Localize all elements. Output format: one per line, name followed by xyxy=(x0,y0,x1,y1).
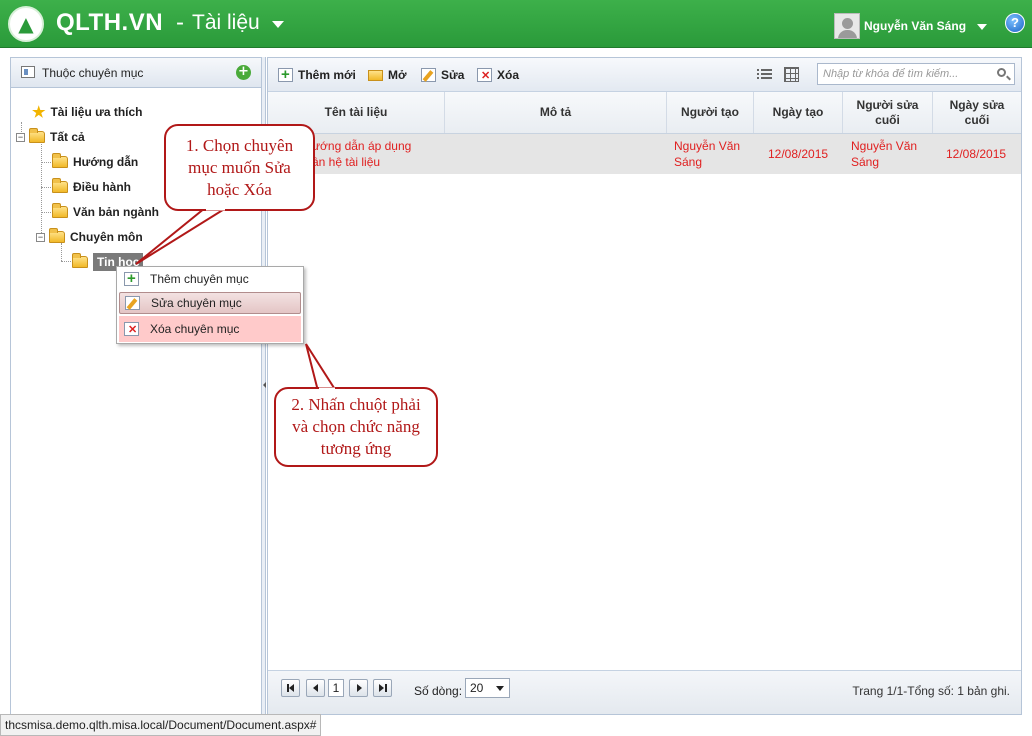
search-box xyxy=(817,63,1015,85)
rows-per-page-select[interactable]: 20 xyxy=(465,678,510,698)
brand-name[interactable]: QLTH.VN xyxy=(56,9,163,37)
menu-item-delete-category[interactable]: Xóa chuyên mục xyxy=(119,316,301,342)
user-name[interactable]: Nguyễn Văn Sáng xyxy=(864,19,966,33)
folder-icon xyxy=(49,228,65,243)
section-title[interactable]: Tài liệu xyxy=(192,11,260,35)
document-panel: Thêm mới Mở Sửa Xóa Tên tài liệu Mô tả N… xyxy=(267,57,1022,715)
tree-connector xyxy=(41,162,51,163)
new-document-button[interactable]: Thêm mới xyxy=(278,66,356,83)
tree-node-label: Văn bản ngành xyxy=(73,205,160,219)
cell-modifier: Nguyễn Văn Sáng xyxy=(851,139,918,169)
page-info: Trang 1/1-Tổng số: 1 bản ghi. xyxy=(852,684,1010,698)
prev-page-button[interactable] xyxy=(306,679,325,697)
delete-icon xyxy=(124,322,139,336)
menu-item-edit-category[interactable]: Sửa chuyên mục xyxy=(119,292,301,314)
category-panel-header: Thuộc chuyên mục + xyxy=(11,58,261,88)
brand-separator: - xyxy=(176,9,184,36)
category-panel-title: Thuộc chuyên mục xyxy=(42,66,144,80)
tree-node-label: Hướng dẫn xyxy=(73,155,139,169)
menu-item-label: Xóa chuyên mục xyxy=(150,322,240,336)
column-header-creator[interactable]: Người tạo xyxy=(667,92,754,133)
callout-step-2: 2. Nhấn chuột phải và chọn chức năng tươ… xyxy=(274,387,438,467)
delete-document-button[interactable]: Xóa xyxy=(477,68,519,82)
new-document-label: Thêm mới xyxy=(298,68,356,82)
top-bar: ▲ QLTH.VN - Tài liệu Nguyễn Văn Sáng ? xyxy=(0,0,1032,48)
delete-icon xyxy=(477,68,492,82)
user-menu-caret-icon[interactable] xyxy=(977,24,987,30)
tree-node-label: Chuyên môn xyxy=(70,230,143,244)
collapse-panel-arrow-icon[interactable] xyxy=(263,382,266,388)
tree-connector xyxy=(41,187,51,188)
help-icon[interactable]: ? xyxy=(1005,13,1025,33)
collapse-icon[interactable]: − xyxy=(16,132,25,142)
tree-node-chuyen-mon[interactable]: − Chuyên môn xyxy=(36,227,143,247)
open-document-label: Mở xyxy=(388,68,407,82)
first-page-button[interactable] xyxy=(281,679,300,697)
tree-node-all[interactable]: − Tất cả xyxy=(16,127,85,147)
add-icon xyxy=(124,270,139,287)
star-icon: ★ xyxy=(32,103,46,121)
tree-node-favorites[interactable]: ★ Tài liệu ưa thích xyxy=(32,102,143,122)
search-input[interactable] xyxy=(818,64,988,84)
tree-connector xyxy=(41,212,51,213)
add-category-button[interactable]: + xyxy=(236,65,251,80)
logo-graduation-cap-icon[interactable]: ▲ xyxy=(8,6,44,42)
tree-node-label: Điều hành xyxy=(73,180,132,194)
section-dropdown-caret-icon[interactable] xyxy=(272,21,284,28)
browser-status-url: thcsmisa.demo.qlth.misa.local/Document/D… xyxy=(0,714,322,736)
column-header-modified[interactable]: Ngày sửa cuối xyxy=(933,92,1021,133)
cell-modified: 12/08/2015 xyxy=(946,147,1007,161)
folder-icon xyxy=(29,128,45,143)
category-context-menu: Thêm chuyên mục Sửa chuyên mục Xóa chuyê… xyxy=(116,266,304,344)
folder-icon xyxy=(52,178,68,193)
cell-creator: Nguyễn Văn Sáng xyxy=(674,139,741,169)
tree-connector xyxy=(41,142,42,237)
cell-description xyxy=(445,134,667,174)
delete-document-label: Xóa xyxy=(497,68,520,82)
folder-icon xyxy=(72,253,88,268)
pager: 1 Số dòng: 20 Trang 1/1-Tổng số: 1 bản g… xyxy=(268,670,1021,714)
document-grid-header: Tên tài liệu Mô tả Người tạo Ngày tạo Ng… xyxy=(268,92,1021,134)
edit-icon xyxy=(421,68,436,82)
tree-node-label: Tất cả xyxy=(50,130,85,144)
list-view-icon[interactable] xyxy=(757,68,772,81)
cell-created: 12/08/2015 xyxy=(768,147,829,161)
open-document-button[interactable]: Mở xyxy=(368,68,407,82)
column-header-description[interactable]: Mô tả xyxy=(445,92,667,133)
collapse-icon[interactable]: − xyxy=(36,232,45,242)
next-page-button[interactable] xyxy=(349,679,368,697)
menu-item-label: Sửa chuyên mục xyxy=(151,296,242,310)
folder-open-icon xyxy=(368,69,383,81)
menu-item-add-category[interactable]: Thêm chuyên mục xyxy=(119,268,301,290)
tree-node-dieu-hanh[interactable]: Điều hành xyxy=(52,177,131,197)
tree-node-van-ban-nganh[interactable]: Văn bản ngành xyxy=(52,202,159,222)
tree-node-huong-dan[interactable]: Hướng dẫn xyxy=(52,152,138,172)
last-page-button[interactable] xyxy=(373,679,392,697)
edit-document-button[interactable]: Sửa xyxy=(421,68,464,82)
folder-icon xyxy=(52,203,68,218)
column-header-modifier[interactable]: Người sửa cuối xyxy=(843,92,933,133)
cell-name: ướng dẫn áp dụng ần hệ tài liệu xyxy=(312,139,412,169)
page-number-input[interactable]: 1 xyxy=(328,679,344,697)
search-icon[interactable] xyxy=(997,68,1006,77)
tree-connector xyxy=(61,261,71,262)
folder-icon xyxy=(52,153,68,168)
tree-node-label: Tài liệu ưa thích xyxy=(50,105,143,119)
category-panel-icon xyxy=(21,66,35,78)
grid-view-icon[interactable] xyxy=(784,67,799,82)
menu-item-label: Thêm chuyên mục xyxy=(150,272,249,286)
add-document-icon xyxy=(278,66,293,83)
rows-per-page-label: Số dòng: xyxy=(414,684,463,698)
document-toolbar: Thêm mới Mở Sửa Xóa xyxy=(268,58,1021,92)
callout-step-1: 1. Chọn chuyên mục muốn Sửa hoặc Xóa xyxy=(164,124,315,211)
user-avatar[interactable] xyxy=(834,13,860,39)
table-row[interactable]: ướng dẫn áp dụng ần hệ tài liệu Nguyễn V… xyxy=(268,134,1021,174)
edit-document-label: Sửa xyxy=(441,68,465,82)
edit-icon xyxy=(125,296,140,310)
column-header-created[interactable]: Ngày tạo xyxy=(754,92,843,133)
